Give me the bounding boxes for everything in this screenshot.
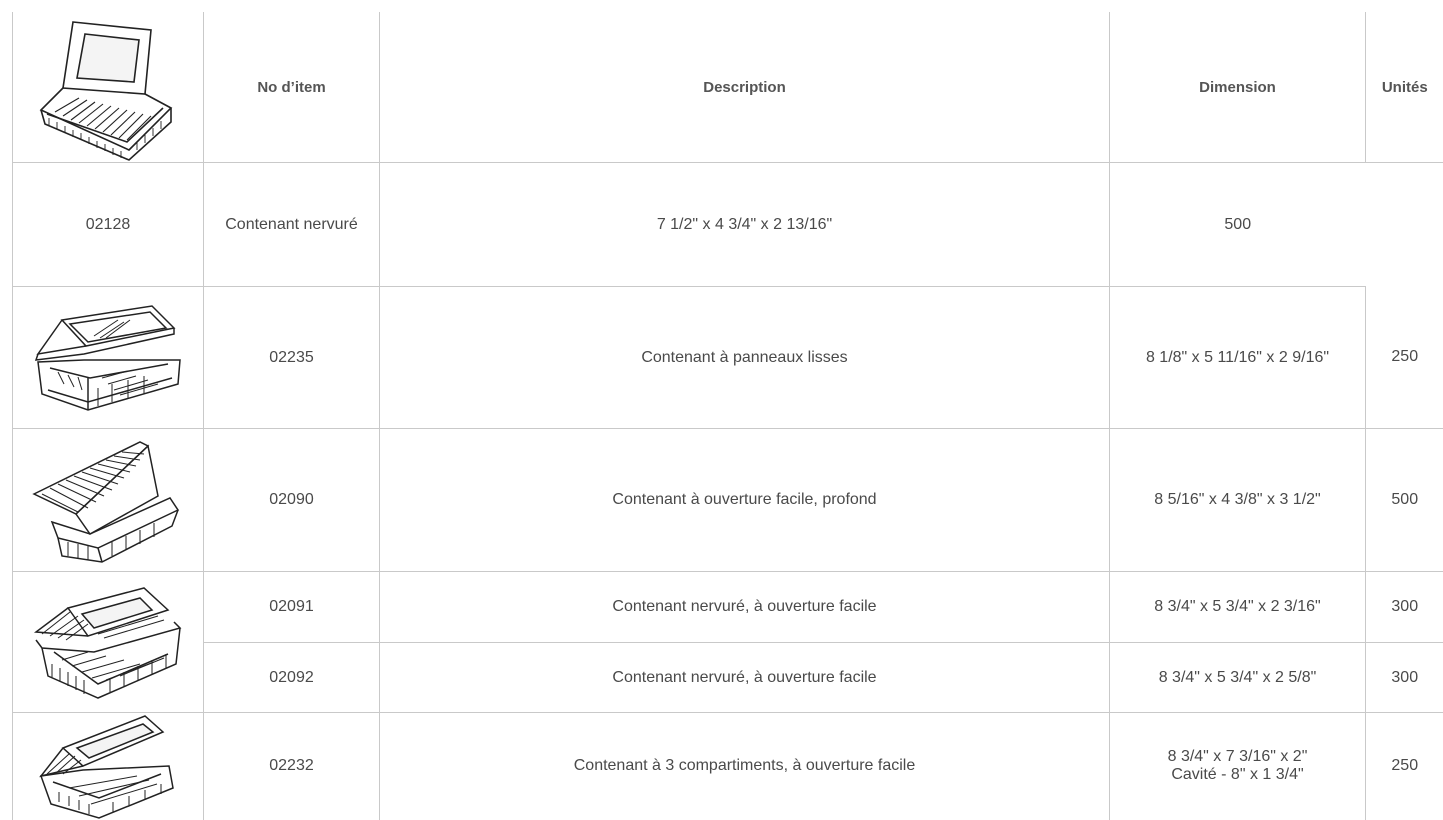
- units: 300: [1366, 572, 1443, 643]
- product-table-sheet: No d’item Description Dimension Unités 0…: [0, 0, 1443, 721]
- item-number: 02232: [204, 713, 380, 820]
- header-description: Description: [380, 12, 1110, 163]
- dimension: 8 3/4" x 5 3/4" x 2 3/16": [1110, 572, 1366, 643]
- description: Contenant à ouverture facile, profond: [380, 429, 1110, 572]
- product-table: No d’item Description Dimension Unités 0…: [12, 12, 1443, 820]
- header-units: Unités: [1366, 12, 1443, 163]
- units: 500: [1366, 429, 1443, 572]
- deep-easy-open-container-icon: [28, 438, 188, 563]
- table-row: 02091 Contenant nervuré, à ouverture fac…: [13, 572, 1443, 643]
- cavity-dimension-line: Cavité - 8" x 1 3/4": [1110, 766, 1365, 784]
- dimension: 8 1/8" x 5 11/16" x 2 9/16": [1110, 287, 1366, 429]
- dimension: 8 5/16" x 4 3/8" x 3 1/2": [1110, 429, 1366, 572]
- table-header-row: No d’item Description Dimension Unités: [13, 12, 1443, 163]
- units: 250: [1366, 713, 1443, 820]
- dimension-line: 8 3/4" x 7 3/16" x 2": [1110, 748, 1365, 766]
- item-number: 02128: [13, 163, 204, 287]
- units: 300: [1366, 643, 1443, 713]
- image-cell: [13, 12, 204, 163]
- table-row: 02090 Contenant à ouverture facile, prof…: [13, 429, 1443, 572]
- description: Contenant à 3 compartiments, à ouverture…: [380, 713, 1110, 820]
- dimension: 8 3/4" x 5 3/4" x 2 5/8": [1110, 643, 1366, 713]
- description: Contenant nervuré, à ouverture facile: [380, 643, 1110, 713]
- smooth-panel-container-icon: [28, 298, 188, 418]
- table-row: 02235 Contenant à panneaux lisses 8 1/8"…: [13, 287, 1443, 429]
- header-item: No d’item: [204, 12, 380, 163]
- ribbed-easy-open-container-icon: [28, 580, 188, 705]
- ribbed-container-window-lid-icon: [33, 12, 183, 162]
- image-cell: [13, 713, 204, 820]
- image-cell: [13, 429, 204, 572]
- item-number: 02091: [204, 572, 380, 643]
- table-row: 02092 Contenant nervuré, à ouverture fac…: [13, 643, 1443, 713]
- description: Contenant nervuré, à ouverture facile: [380, 572, 1110, 643]
- three-compartment-container-icon: [33, 714, 183, 819]
- dimension: 8 3/4" x 7 3/16" x 2" Cavité - 8" x 1 3/…: [1110, 713, 1366, 820]
- header-dimension: Dimension: [1110, 12, 1366, 163]
- units: 250: [1366, 287, 1443, 429]
- table-row: 02128 Contenant nervuré 7 1/2" x 4 3/4" …: [13, 163, 1443, 287]
- description: Contenant à panneaux lisses: [380, 287, 1110, 429]
- dimension: 7 1/2" x 4 3/4" x 2 13/16": [380, 163, 1110, 287]
- table-row: 02232 Contenant à 3 compartiments, à ouv…: [13, 713, 1443, 820]
- description: Contenant nervuré: [204, 163, 380, 287]
- image-cell: [13, 287, 204, 429]
- item-number: 02090: [204, 429, 380, 572]
- image-cell: [13, 572, 204, 713]
- item-number: 02235: [204, 287, 380, 429]
- item-number: 02092: [204, 643, 380, 713]
- units: 500: [1110, 163, 1366, 287]
